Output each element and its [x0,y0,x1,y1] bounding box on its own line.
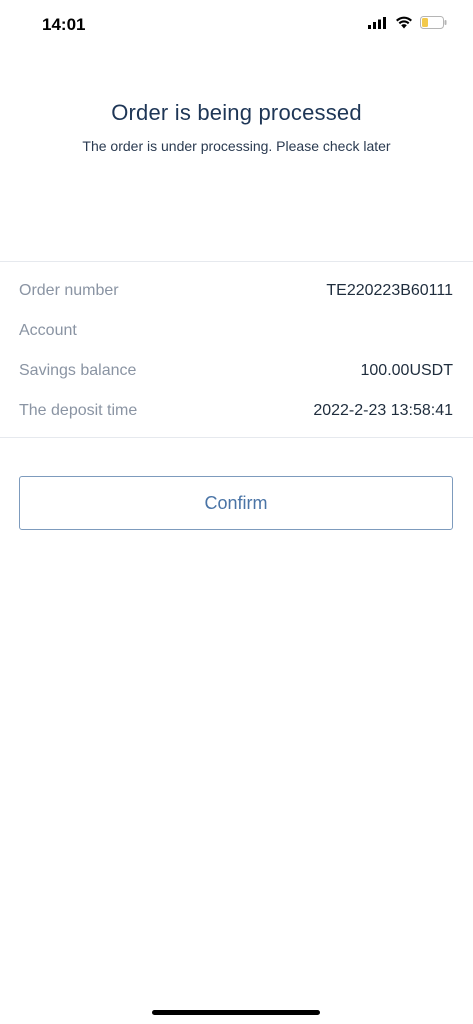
status-bar: 14:01 [0,0,473,48]
battery-icon [420,16,447,34]
cellular-signal-icon [368,16,388,34]
savings-balance-label: Savings balance [19,362,137,379]
status-icons [368,16,447,34]
confirm-button[interactable]: Confirm [19,476,453,530]
divider [0,437,473,438]
account-row: Account [19,311,453,351]
deposit-time-label: The deposit time [19,402,138,419]
deposit-time-value: 2022-2-23 13:58:41 [313,402,453,419]
order-number-label: Order number [19,282,119,299]
page-title: Order is being processed [111,100,362,125]
account-label: Account [19,322,77,339]
wifi-icon [395,16,413,34]
home-indicator[interactable] [152,1010,320,1015]
order-number-value: TE220223B60111 [326,282,453,299]
order-number-row: Order number TE220223B60111 [19,271,453,311]
status-time: 14:01 [42,15,86,34]
savings-balance-row: Savings balance 100.00USDT [19,351,453,391]
order-details: Order number TE220223B60111 Account Savi… [19,271,453,431]
status-message: The order is under processing. Please ch… [82,138,391,154]
deposit-time-row: The deposit time 2022-2-23 13:58:41 [19,391,453,431]
savings-balance-value: 100.00USDT [360,362,454,379]
status-header: Order is being processed The order is un… [0,100,473,154]
divider [0,261,473,262]
